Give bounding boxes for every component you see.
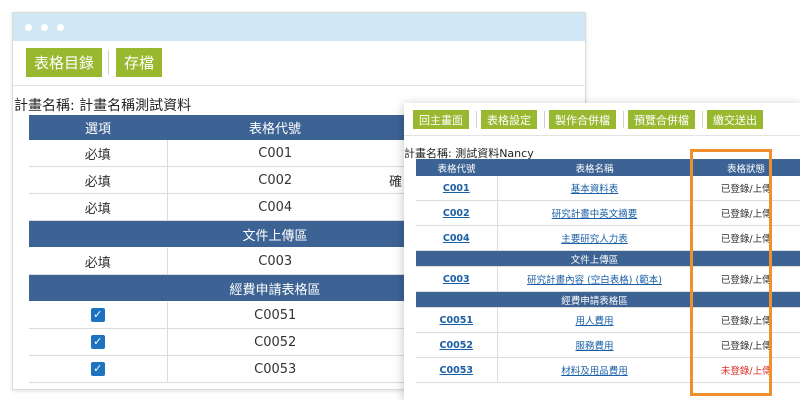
window-dot-icon — [25, 24, 32, 31]
section-title: 經費申請表格區 — [167, 274, 383, 302]
option-cell: 必填 — [29, 166, 168, 194]
home-button[interactable]: 回主畫面 — [413, 110, 469, 129]
table-row: C0052 服務費用 已登錄/上傳 — [416, 332, 800, 358]
window-dot-icon — [57, 24, 64, 31]
front-window: 回主畫面 表格設定 製作合併檔 預覽合併檔 繳交送出 計畫名稱: 測試資料Nan… — [404, 103, 800, 400]
form-status: 已登錄/上傳 — [692, 266, 800, 292]
column-header-status: 表格狀態 — [692, 159, 800, 176]
form-name-link[interactable]: 服務費用 — [575, 341, 613, 352]
toolbar-divider — [702, 111, 703, 128]
code-cell: C001 — [167, 140, 383, 167]
form-code-link[interactable]: C0052 — [440, 340, 473, 351]
option-cell: ✓ — [29, 355, 168, 383]
option-cell: ✓ — [29, 301, 168, 329]
column-header-option: 選項 — [29, 115, 167, 140]
toolbar-divider — [623, 111, 624, 128]
section-title: 文件上傳區 — [497, 250, 692, 267]
form-list-button[interactable]: 表格目錄 — [26, 48, 103, 77]
form-status: 已登錄/上傳 — [692, 307, 800, 333]
form-code-link[interactable]: C001 — [443, 183, 470, 194]
section-row: 經費申請表格區 — [416, 291, 800, 308]
form-code-link[interactable]: C004 — [443, 233, 470, 244]
code-cell: C003 — [167, 247, 383, 275]
window-dot-icon — [41, 24, 48, 31]
form-status: 已登錄/上傳 — [692, 200, 800, 226]
form-code-link[interactable]: C0051 — [440, 315, 473, 326]
column-header-code: 表格代號 — [416, 159, 497, 176]
code-cell: C002 — [167, 166, 383, 194]
toolbar-divider — [544, 111, 545, 128]
table-row: C002 研究計畫中英文摘要 已登錄/上傳 — [416, 200, 800, 226]
form-status: 已登錄/上傳 — [692, 225, 800, 251]
preview-merged-file-button[interactable]: 預覽合併檔 — [628, 110, 695, 129]
form-name-link[interactable]: 主要研究人力表 — [561, 234, 628, 245]
front-toolbar: 回主畫面 表格設定 製作合併檔 預覽合併檔 繳交送出 — [404, 103, 800, 136]
code-cell: C0051 — [167, 301, 383, 329]
table-row: C003 研究計畫內容 (空白表格) (範本) 已登錄/上傳 — [416, 266, 800, 292]
form-status: 已登錄/上傳 — [692, 332, 800, 358]
column-header-code: 表格代號 — [167, 115, 383, 140]
form-code-link[interactable]: C0053 — [440, 365, 473, 376]
make-merged-file-button[interactable]: 製作合併檔 — [549, 110, 616, 129]
form-name-link[interactable]: 研究計畫中英文摘要 — [552, 209, 638, 220]
front-forms-table: 表格代號 表格名稱 表格狀態 C001 基本資料表 已登錄/上傳 C002 研究計畫中英… — [416, 159, 800, 383]
save-button[interactable]: 存檔 — [116, 48, 163, 77]
toolbar-divider — [476, 111, 477, 128]
option-cell: 必填 — [29, 193, 168, 221]
table-row: C0051 用人費用 已登錄/上傳 — [416, 307, 800, 333]
table-row: C0053 材料及用品費用 未登錄/上傳 — [416, 357, 800, 383]
column-header-name: 表格名稱 — [497, 159, 692, 176]
form-status: 已登錄/上傳 — [692, 176, 800, 201]
section-row: 文件上傳區 — [416, 250, 800, 267]
back-toolbar: 表格目錄 存檔 — [13, 41, 585, 86]
title-bar — [13, 13, 585, 41]
section-title: 文件上傳區 — [167, 220, 383, 248]
option-cell: 必填 — [29, 247, 168, 275]
code-cell: C004 — [167, 193, 383, 221]
code-cell: C0052 — [167, 328, 383, 356]
option-cell: ✓ — [29, 328, 168, 356]
form-name-link[interactable]: 材料及用品費用 — [561, 366, 628, 377]
code-cell: C0053 — [167, 355, 383, 383]
checkbox[interactable]: ✓ — [90, 335, 105, 349]
project-name-label: 計畫名稱: 計畫名稱測試資料 — [14, 98, 192, 114]
form-code-link[interactable]: C003 — [443, 274, 470, 285]
form-name-link[interactable]: 用人費用 — [575, 316, 613, 327]
form-code-link[interactable]: C002 — [443, 208, 470, 219]
form-settings-button[interactable]: 表格設定 — [481, 110, 537, 129]
table-row: C004 主要研究人力表 已登錄/上傳 — [416, 225, 800, 251]
option-cell: 必填 — [29, 140, 168, 167]
toolbar-divider — [108, 50, 109, 75]
form-status: 未登錄/上傳 — [692, 357, 800, 383]
submit-button[interactable]: 繳交送出 — [707, 110, 763, 129]
form-name-link[interactable]: 基本資料表 — [571, 184, 619, 195]
table-row: C001 基本資料表 已登錄/上傳 — [416, 176, 800, 201]
form-name-link[interactable]: 研究計畫內容 (空白表格) (範本) — [527, 275, 662, 286]
checkbox[interactable]: ✓ — [90, 362, 105, 376]
section-title: 經費申請表格區 — [497, 291, 692, 308]
checkbox[interactable]: ✓ — [90, 308, 105, 322]
